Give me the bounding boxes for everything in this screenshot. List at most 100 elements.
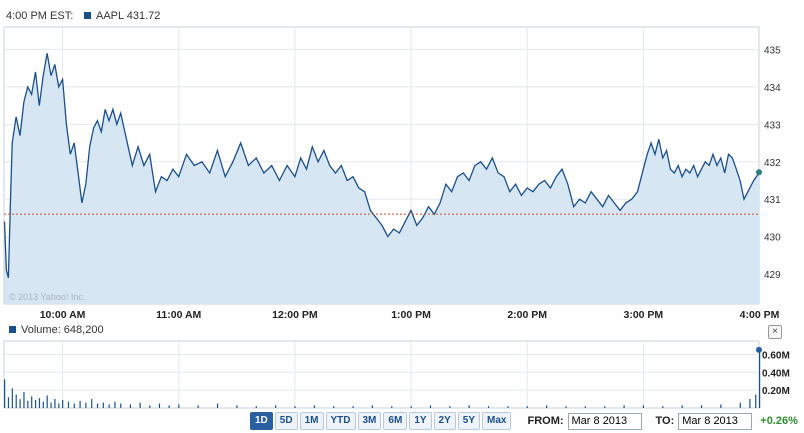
price-y-tick-label: 434 [764,83,781,94]
volume-label: Volume: 648,200 [21,324,104,336]
volume-bar [54,399,56,408]
aapl-legend-swatch [84,12,91,19]
volume-bar [526,406,528,408]
volume-bar [755,394,757,408]
range-buttons: 1D 5D 1M YTD 3M 6M 1Y 2Y 5Y Max [250,412,513,430]
from-label: FROM: [527,415,564,427]
range-button-6m[interactable]: 6M [383,412,408,430]
volume-bar [15,394,17,408]
volume-bar [120,403,122,408]
volume-bar [333,406,335,408]
price-x-tick-label: 4:00 PM [740,309,780,321]
volume-y-tick-label: 0.20M [762,386,790,397]
volume-bar [236,405,238,408]
volume-bar [410,406,412,408]
volume-bar [67,401,70,408]
volume-bar [449,406,451,408]
range-button-2y[interactable]: 2Y [433,412,456,430]
volume-bar [604,406,606,408]
range-button-1d[interactable]: 1D [250,412,273,430]
volume-bar [623,405,625,408]
volume-bar [79,400,81,408]
volume-bar [197,405,199,408]
volume-bar [255,406,257,408]
volume-bar [584,406,586,408]
volume-bar [91,399,93,408]
volume-bar [23,391,25,408]
price-x-tick-label: 10:00 AM [40,309,86,321]
volume-bar [62,399,64,408]
range-button-3m[interactable]: 3M [357,412,382,430]
price-x-tick-label: 1:00 PM [391,309,431,321]
price-y-tick-label: 432 [764,158,781,169]
volume-bar [50,402,52,408]
range-button-1y[interactable]: 1Y [409,412,432,430]
volume-bar [168,405,170,408]
range-button-5d[interactable]: 5D [274,412,298,430]
volume-bar [7,397,10,408]
volume-bar [662,406,664,408]
price-x-tick-label: 3:00 PM [624,309,664,321]
volume-bar [642,405,645,408]
copyright-text: © 2013 Yahoo! Inc. [9,292,85,302]
volume-bar [759,349,761,408]
volume-bar [371,405,374,408]
volume-bar [178,404,180,408]
volume-bar [149,405,151,408]
range-button-max[interactable]: Max [482,412,512,430]
volume-bar [216,403,219,408]
volume-bar [749,399,751,408]
volume-bar [96,403,99,408]
chart-canvas: 429 430 431 432 433 434 435 10:00 AM 11:00 AM 12… [3,10,790,409]
volume-bar [85,402,87,408]
volume-bar [391,406,393,408]
volume-bar [34,399,37,408]
volume-bar [38,398,41,408]
price-y-tick-label: 430 [764,233,781,244]
volume-bar [700,405,703,408]
range-button-1m[interactable]: 1M [299,412,324,430]
volume-y-axis: 0.60M 0.40M 0.20M [762,350,790,397]
volume-bar [468,405,470,408]
volume-bar [507,406,509,408]
volume-bar [31,396,33,408]
volume-bar [108,404,110,408]
to-label: TO: [655,415,675,427]
symbol-label: AAPL 431.72 [96,10,160,22]
volume-bar [73,403,75,408]
volume-bar [275,405,277,408]
volume-bar [720,404,722,408]
volume-bar [352,406,354,408]
time-label: 4:00 PM EST: [6,10,73,22]
volume-bar [11,388,13,408]
from-date-input[interactable] [567,412,642,430]
volume-bar [139,402,141,408]
volume-bar [4,379,6,408]
price-y-tick-label: 431 [764,195,781,206]
controls-bar: 1D5D1MYTD3M6M1Y2Y5YMax FROM: TO: +0.26% [250,410,804,432]
volume-y-tick-label: 0.60M [762,350,790,361]
range-button-ytd[interactable]: YTD [325,412,356,430]
price-y-axis: 429 430 431 432 433 434 435 [764,45,781,281]
close-volume-button[interactable]: × [768,325,782,339]
to-date-input[interactable] [678,412,753,430]
volume-legend-swatch [9,326,16,333]
percent-change: +0.26% [760,415,798,427]
volume-bar [313,405,315,408]
volume-bar [158,403,161,408]
price-y-tick-label: 433 [764,120,781,131]
volume-bar [129,404,132,408]
price-y-tick-label: 435 [764,45,781,56]
volume-bar [565,406,567,408]
price-y-tick-label: 429 [764,270,781,281]
range-button-5y[interactable]: 5Y [457,412,481,430]
volume-bar [114,401,116,408]
volume-bar [546,405,548,408]
volume-bar [102,402,104,408]
last-price-dot [756,169,762,176]
price-x-tick-label: 11:00 AM [156,309,201,321]
volume-bar [739,402,741,408]
price-x-tick-label: 2:00 PM [507,309,547,321]
price-x-tick-label: 12:00 PM [272,309,318,321]
volume-plot-area [3,340,760,409]
